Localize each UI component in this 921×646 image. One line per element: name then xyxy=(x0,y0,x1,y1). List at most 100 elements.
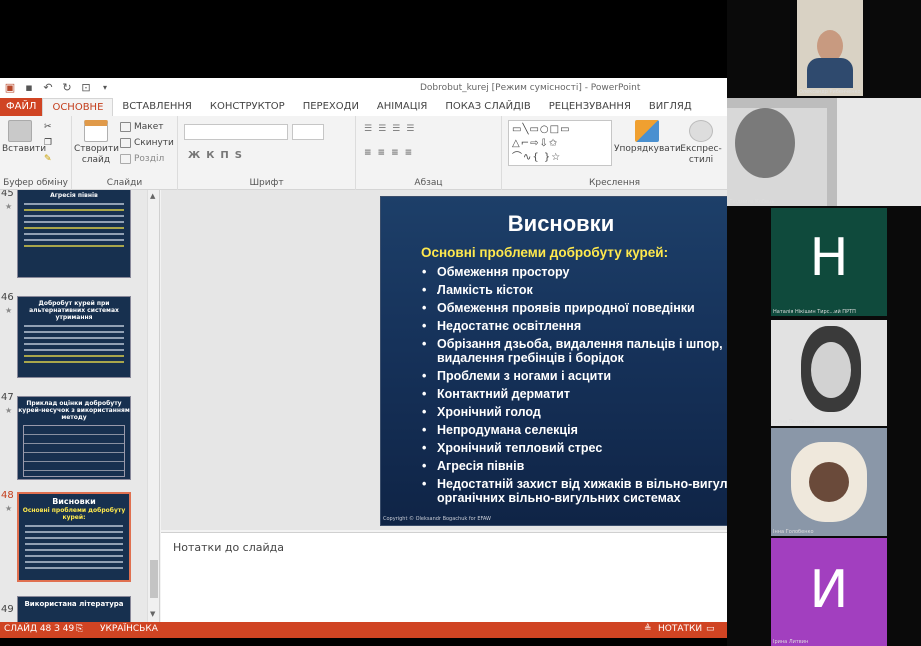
participant-name: Інна Голобенко xyxy=(773,529,814,535)
status-bar: СЛАЙД 48 З 49 ⎘ УКРАЇНСЬКА ≜ НОТАТКИ ▭ xyxy=(0,622,727,638)
slide-thumbnail-46[interactable]: Добробут курей при альтернативних систем… xyxy=(17,296,131,378)
slide-subtitle: Основні проблеми добробуту курей: xyxy=(421,245,669,260)
arrange-icon xyxy=(635,120,659,142)
participant-name: Ірина Литвин xyxy=(773,639,809,645)
section-button[interactable]: Розділ xyxy=(120,154,164,164)
slide-thumbnail-45[interactable]: Агресія півнів xyxy=(17,190,131,278)
font-format-buttons[interactable]: ЖКПS xyxy=(188,150,248,161)
participant-tile[interactable]: Інна Голобенко xyxy=(771,428,887,536)
bullet-item: Недостатнє освітлення xyxy=(421,319,727,333)
slide-thumbnail-49[interactable]: Використана література xyxy=(17,596,131,622)
group-label-drawing: Креслення xyxy=(588,178,641,188)
language-indicator[interactable]: УКРАЇНСЬКА xyxy=(100,624,158,634)
bullet-item: Агресія півнів xyxy=(421,459,727,473)
slide-copyright: Copyright © Oleksandr Bogachuk for EFAW xyxy=(383,516,491,522)
participant-photo xyxy=(807,58,853,88)
scroll-down-icon[interactable]: ▼ xyxy=(150,610,155,618)
scissors-icon: ✂ xyxy=(44,122,52,132)
redo-icon[interactable]: ↻ xyxy=(61,82,73,94)
bullet-item: Обмеження проявів природної поведінки xyxy=(421,301,727,315)
undo-icon[interactable]: ↶ xyxy=(42,82,54,94)
participant-tile[interactable]: Олександр Рибенченко xyxy=(797,0,863,96)
font-size-combo[interactable] xyxy=(292,124,324,140)
slide-counter: СЛАЙД 48 З 49 xyxy=(4,624,75,634)
tab-home[interactable]: ОСНОВНЕ xyxy=(42,98,114,116)
powerpoint-window: ▣ ▪ ↶ ↻ ⊡ ▾ Dobrobut_kurej [Режим сумісн… xyxy=(0,78,727,638)
bullet-item: Недостатній захист від хижаків в вільно-… xyxy=(421,477,727,505)
notes-placeholder: Нотатки до слайда xyxy=(173,541,284,554)
participant-tile[interactable]: Людмила Кобець xyxy=(727,98,921,206)
section-icon xyxy=(120,154,131,164)
group-label-font: Шрифт xyxy=(249,178,284,188)
thumb-number: 49 xyxy=(1,604,14,615)
new-slide-icon xyxy=(84,120,108,142)
group-clipboard: Вставити ✂ ❐ ✎ Буфер обміну xyxy=(0,116,72,190)
scrollbar-thumb[interactable] xyxy=(150,560,158,598)
participant-tile[interactable]: Н Наталія Нікішин Тирс...ий ПРТП xyxy=(771,208,887,316)
slide-thumbnails-pane: 45 ★ Агресія півнів 46 ★ Добробут курей … xyxy=(0,190,160,622)
notes-toggle-button[interactable]: НОТАТКИ xyxy=(658,624,702,634)
scroll-up-icon[interactable]: ▲ xyxy=(150,192,155,200)
paste-button[interactable]: Вставити xyxy=(2,120,46,155)
reset-button[interactable]: Скинути xyxy=(120,138,174,148)
tab-transitions[interactable]: ПЕРЕХОДИ xyxy=(294,98,368,116)
group-font: ЖКПS Шрифт xyxy=(178,116,356,190)
align-buttons[interactable]: ≡≡≡≡ xyxy=(364,148,418,158)
app-icon: ▣ xyxy=(4,81,16,94)
tab-file[interactable]: ФАЙЛ xyxy=(0,98,43,116)
participant-name: Олександр Рибенченко xyxy=(799,89,861,95)
copy-button[interactable]: ❐ xyxy=(44,138,52,148)
participant-name: Людмила Кобець xyxy=(729,199,775,205)
tab-slideshow[interactable]: ПОКАЗ СЛАЙДІВ xyxy=(436,98,539,116)
layout-button[interactable]: Макет xyxy=(120,122,164,132)
tab-view[interactable]: ВИГЛЯД xyxy=(640,98,701,116)
participant-photo xyxy=(735,108,795,178)
slide-thumbnail-47[interactable]: Приклад оцінки добробуту курей-несучок з… xyxy=(17,396,131,480)
bullet-item: Ламкість кісток xyxy=(421,283,727,297)
bullet-item: Проблеми з ногами і асцити xyxy=(421,369,727,383)
arrange-button[interactable]: Упорядкувати xyxy=(614,120,681,155)
bullet-item: Непродумана селекція xyxy=(421,423,727,437)
copy-icon: ❐ xyxy=(44,138,53,148)
group-slides: Створити слайд Макет Скинути Розділ Слай… xyxy=(72,116,178,190)
slide-bullet-list: Обмеження простору Ламкість кісток Обмеж… xyxy=(421,265,727,509)
brush-icon: ✎ xyxy=(44,154,52,164)
video-participants-panel: Олександр Рибенченко Людмила Кобець Н На… xyxy=(727,0,921,646)
current-slide[interactable]: Висновки Основні проблеми добробуту куре… xyxy=(380,196,727,526)
list-buttons[interactable]: ☰☰☰☰ xyxy=(364,124,420,134)
bullet-item: Хронічний тепловий стрес xyxy=(421,441,727,455)
group-label-slides: Слайди xyxy=(106,178,143,188)
tab-review[interactable]: РЕЦЕНЗУВАННЯ xyxy=(540,98,640,116)
tab-insert[interactable]: ВСТАВЛЕННЯ xyxy=(113,98,200,116)
proofing-icon[interactable]: ⎘ xyxy=(76,624,83,634)
star-icon: ★ xyxy=(5,504,13,513)
participant-tile[interactable]: И Ірина Литвин xyxy=(771,538,887,646)
slide-title: Висновки xyxy=(507,211,615,236)
thumb-number: 45 xyxy=(1,190,14,199)
participant-photo xyxy=(811,342,851,398)
tab-design[interactable]: КОНСТРУКТОР xyxy=(201,98,294,116)
thumbnails-scrollbar[interactable]: ▲ ▼ xyxy=(147,190,159,622)
participant-tile[interactable]: Ірина Петренко xyxy=(771,320,887,426)
cut-button[interactable]: ✂ xyxy=(44,122,52,132)
shapes-gallery[interactable]: ▭╲▭○□▭ △⌐⇨⇩✩ ⌒∿{ }☆ xyxy=(508,120,612,166)
new-slide-button[interactable]: Створити слайд xyxy=(74,120,119,166)
notes-icon[interactable]: ≜ xyxy=(644,624,652,634)
font-name-combo[interactable] xyxy=(184,124,288,140)
save-icon[interactable]: ▪ xyxy=(23,82,35,94)
title-bar: ▣ ▪ ↶ ↻ ⊡ ▾ Dobrobut_kurej [Режим сумісн… xyxy=(0,78,727,98)
quick-styles-button[interactable]: Експрес- стилі xyxy=(676,120,726,166)
customize-qat-icon[interactable]: ▾ xyxy=(99,82,111,94)
format-painter-button[interactable]: ✎ xyxy=(44,154,52,164)
quick-access-toolbar: ▣ ▪ ↶ ↻ ⊡ ▾ xyxy=(0,82,111,94)
slide-editor: Висновки Основні проблеми добробуту куре… xyxy=(161,190,727,530)
participant-photo xyxy=(837,98,921,206)
comments-icon[interactable]: ▭ xyxy=(706,624,715,634)
presenter-icon[interactable]: ⊡ xyxy=(80,82,92,94)
thumb-number: 48 xyxy=(1,490,14,501)
work-area: 45 ★ Агресія півнів 46 ★ Добробут курей … xyxy=(0,190,727,622)
slide-thumbnail-48[interactable]: Висновки Основні проблеми добробуту куре… xyxy=(17,492,131,582)
notes-pane[interactable]: Нотатки до слайда xyxy=(161,532,727,622)
tab-animations[interactable]: АНІМАЦІЯ xyxy=(368,98,436,116)
group-label-clipboard: Буфер обміну xyxy=(3,178,68,188)
